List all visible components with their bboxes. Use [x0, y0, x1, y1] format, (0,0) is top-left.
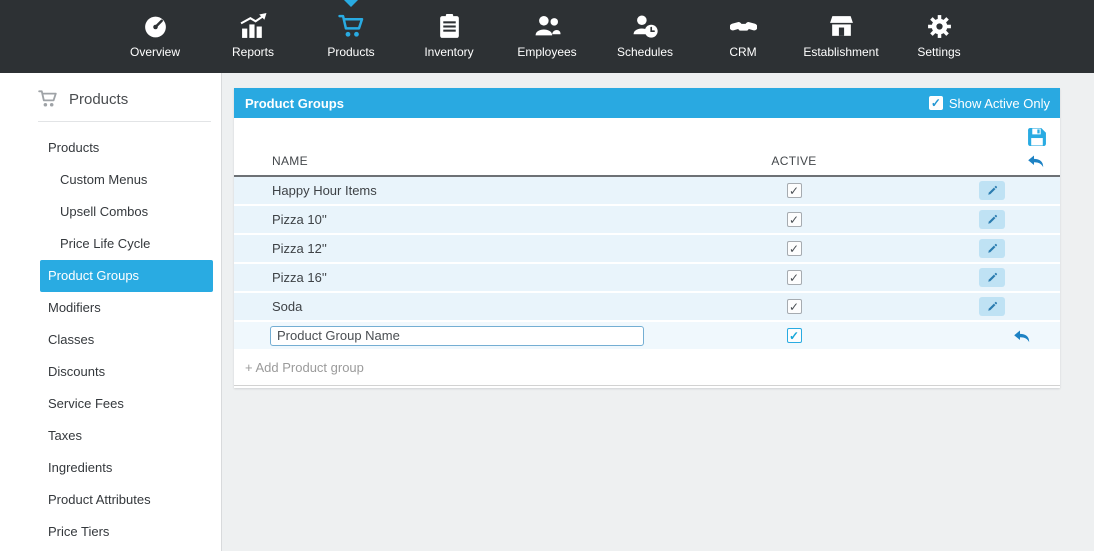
product-group-name: Happy Hour Items — [272, 183, 377, 198]
table-row: Soda ✓ — [234, 293, 1060, 322]
sidebar-item-modifiers[interactable]: Modifiers — [0, 292, 221, 324]
table-header-row: NAME ACTIVE — [234, 147, 1060, 177]
nav-item-schedules[interactable]: Schedules — [596, 0, 694, 73]
bar-chart-icon — [240, 11, 267, 41]
nav-label-establishment: Establishment — [803, 45, 879, 59]
column-header-active: ACTIVE — [771, 154, 817, 168]
panel-title: Product Groups — [245, 95, 344, 111]
people-icon — [534, 11, 561, 41]
edit-button[interactable] — [979, 268, 1005, 287]
floppy-disk-icon — [1027, 127, 1047, 147]
nav-item-establishment[interactable]: Establishment — [792, 0, 890, 73]
sidebar-item-price-tiers[interactable]: Price Tiers — [0, 516, 221, 548]
clipboard-icon — [436, 11, 463, 41]
sidebar: Products Products Custom Menus Upsell Co… — [0, 73, 222, 551]
product-group-name: Pizza 12'' — [272, 241, 327, 256]
nav-item-products[interactable]: Products — [302, 0, 400, 73]
nav-item-crm[interactable]: CRM — [694, 0, 792, 73]
undo-icon — [1013, 329, 1030, 343]
product-groups-panel: Product Groups ✓ Show Active Only NAME A… — [234, 88, 1060, 388]
product-group-name: Pizza 10'' — [272, 212, 327, 227]
sidebar-item-classes[interactable]: Classes — [0, 324, 221, 356]
column-header-name: NAME — [272, 154, 308, 168]
edit-button[interactable] — [979, 239, 1005, 258]
gear-icon — [926, 11, 953, 41]
sidebar-item-ingredients[interactable]: Ingredients — [0, 452, 221, 484]
active-checkbox[interactable]: ✓ — [786, 183, 802, 198]
nav-label-crm: CRM — [729, 45, 757, 59]
main-content: Product Groups ✓ Show Active Only NAME A… — [222, 73, 1094, 551]
nav-label-employees: Employees — [517, 45, 577, 59]
table-row: Pizza 10'' ✓ — [234, 206, 1060, 235]
sidebar-menu: Products Custom Menus Upsell Combos Pric… — [0, 132, 221, 548]
toolbar — [234, 118, 1060, 147]
nav-item-overview[interactable]: Overview — [106, 0, 204, 73]
active-checkbox[interactable]: ✓ — [786, 212, 802, 227]
pencil-icon — [986, 243, 998, 255]
sidebar-item-discounts[interactable]: Discounts — [0, 356, 221, 388]
save-button[interactable] — [1027, 127, 1047, 147]
sidebar-item-custom-menus[interactable]: Custom Menus — [0, 164, 221, 196]
sidebar-item-price-life-cycle[interactable]: Price Life Cycle — [0, 228, 221, 260]
top-navigation: Overview Reports Products Inventory Empl… — [0, 0, 1094, 73]
handshake-icon — [730, 11, 757, 41]
undo-icon — [1027, 154, 1044, 168]
sidebar-item-product-attributes[interactable]: Product Attributes — [0, 484, 221, 516]
product-group-name: Pizza 16'' — [272, 270, 327, 285]
nav-item-employees[interactable]: Employees — [498, 0, 596, 73]
edit-button[interactable] — [979, 297, 1005, 316]
cart-icon — [338, 11, 365, 41]
sidebar-item-service-fees[interactable]: Service Fees — [0, 388, 221, 420]
table-row: Happy Hour Items ✓ — [234, 177, 1060, 206]
pencil-icon — [986, 214, 998, 226]
active-checkbox[interactable]: ✓ — [786, 270, 802, 285]
edit-button[interactable] — [979, 210, 1005, 229]
add-product-group-link[interactable]: + Add Product group — [245, 360, 364, 375]
show-active-only-label: Show Active Only — [948, 95, 1050, 111]
new-active-checkbox[interactable]: ✓ — [786, 328, 802, 343]
add-row: + Add Product group — [234, 351, 1060, 386]
sidebar-item-taxes[interactable]: Taxes — [0, 420, 221, 452]
cart-icon — [38, 89, 58, 109]
nav-label-overview: Overview — [129, 45, 180, 59]
product-group-name: Soda — [272, 299, 303, 314]
nav-item-settings[interactable]: Settings — [890, 0, 988, 73]
new-group-row: ✓ — [234, 322, 1060, 351]
table-row: Pizza 16'' ✓ — [234, 264, 1060, 293]
nav-label-inventory: Inventory — [424, 45, 474, 59]
table-row: Pizza 12'' ✓ — [234, 235, 1060, 264]
show-active-only-checkbox[interactable]: ✓ — [928, 96, 943, 110]
person-clock-icon — [632, 11, 659, 41]
undo-button[interactable] — [1027, 154, 1044, 168]
sidebar-title: Products — [69, 90, 129, 108]
active-checkbox[interactable]: ✓ — [786, 299, 802, 314]
nav-item-inventory[interactable]: Inventory — [400, 0, 498, 73]
sidebar-item-upsell-combos[interactable]: Upsell Combos — [0, 196, 221, 228]
panel-header: Product Groups ✓ Show Active Only — [234, 88, 1060, 118]
product-group-name-input[interactable] — [270, 325, 644, 346]
pencil-icon — [986, 272, 998, 284]
nav-item-reports[interactable]: Reports — [204, 0, 302, 73]
pencil-icon — [986, 185, 998, 197]
sidebar-header: Products — [0, 73, 221, 122]
show-active-only-toggle[interactable]: ✓ Show Active Only — [928, 95, 1050, 111]
speedometer-icon — [142, 11, 169, 41]
nav-label-reports: Reports — [231, 45, 275, 59]
store-icon — [828, 11, 855, 41]
nav-label-schedules: Schedules — [616, 45, 674, 59]
sidebar-item-products[interactable]: Products — [0, 132, 221, 164]
active-checkbox[interactable]: ✓ — [786, 241, 802, 256]
pencil-icon — [986, 301, 998, 313]
undo-button[interactable] — [1013, 329, 1030, 343]
column-header-actions — [874, 154, 1060, 168]
nav-label-settings: Settings — [917, 45, 961, 59]
sidebar-item-product-groups[interactable]: Product Groups — [40, 260, 213, 292]
nav-label-products: Products — [327, 45, 375, 59]
edit-button[interactable] — [979, 181, 1005, 200]
